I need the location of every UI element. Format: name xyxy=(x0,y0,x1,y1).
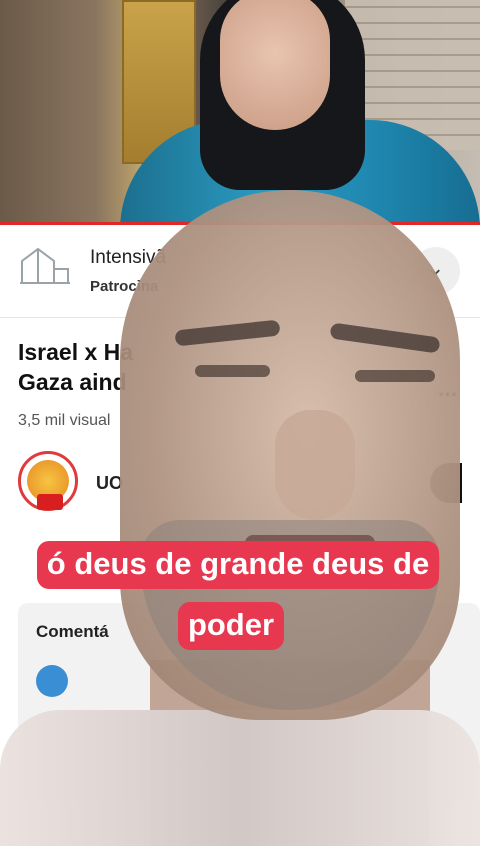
caption-line-1: ó deus de grande deus de xyxy=(36,541,440,589)
caption-line-2: poder xyxy=(177,602,285,650)
view-count: 3,5 mil visual xyxy=(18,412,111,429)
channel-avatar[interactable] xyxy=(18,451,78,511)
ad-title: Intensivã xyxy=(90,247,167,268)
ad-sponsored-label: Patrocina xyxy=(90,278,159,295)
comments-label: Comentá xyxy=(36,622,109,641)
woman-face xyxy=(220,0,330,130)
building-logo-icon xyxy=(20,247,70,284)
video-title-line2: Gaza aind xyxy=(18,369,127,395)
caption-line-2-wrap: poder xyxy=(168,602,294,650)
live-badge-icon xyxy=(37,494,63,510)
screen: Intensivã Patrocina ⌄ Israel x Ha Gaza a… xyxy=(0,0,480,846)
video-title-line1: Israel x Ha xyxy=(18,339,134,365)
title-ellipsis: ... xyxy=(438,375,458,401)
subscribe-button[interactable] xyxy=(430,463,462,503)
sponsored-ad-row[interactable]: Intensivã Patrocina ⌄ xyxy=(0,225,480,318)
video-title[interactable]: Israel x Ha Gaza aind xyxy=(18,337,468,397)
caption-line-1-wrap: ó deus de grande deus de xyxy=(0,541,476,589)
commenter-avatar xyxy=(36,665,68,697)
youtube-panel: Intensivã Patrocina ⌄ Israel x Ha Gaza a… xyxy=(0,225,480,846)
chevron-down-icon: ⌄ xyxy=(426,255,445,280)
top-video-frame xyxy=(0,0,480,222)
channel-name[interactable]: UO xyxy=(96,473,123,494)
expand-button[interactable]: ⌄ xyxy=(412,247,460,295)
